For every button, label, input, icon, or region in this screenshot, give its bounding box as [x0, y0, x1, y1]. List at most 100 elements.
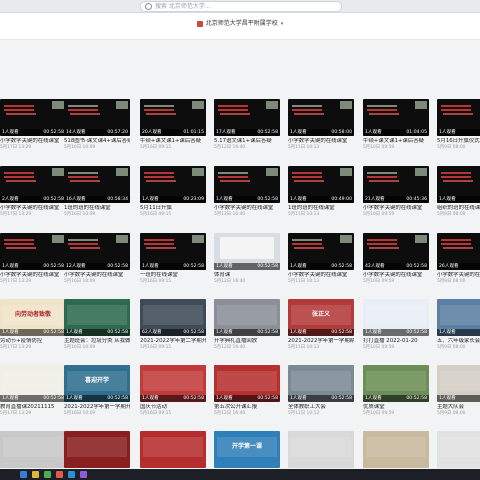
- org-selector[interactable]: 北京师范大学昌平附属学校 ▾: [0, 18, 480, 27]
- video-title[interactable]: 小学数学关键的在线课堂: [288, 138, 354, 145]
- video-title[interactable]: 2021-2022学年第二学期开学第一课: [140, 338, 206, 345]
- video-card[interactable]: 1人观看 00:52:58 小学数学关键的在线课堂 5月17日 13:29: [0, 233, 66, 285]
- video-thumbnail[interactable]: 向劳动者致敬 1人观看 00:52:58: [0, 299, 66, 336]
- video-thumbnail[interactable]: 1人观看00:52:58: [214, 166, 280, 203]
- video-title[interactable]: 1班的班的在线课堂: [288, 205, 354, 212]
- taskbar-app-icon[interactable]: [32, 471, 39, 478]
- video-thumbnail[interactable]: 2人观看 00:52:58: [0, 166, 66, 203]
- video-card[interactable]: [363, 431, 429, 468]
- taskbar-app-icon[interactable]: [80, 471, 87, 478]
- video-card[interactable]: 62人观看 00:52:58 2021-2022学年第二学期开学第一课5月16日 0…: [140, 299, 206, 351]
- video-title[interactable]: 小学数学关键的在线课堂: [288, 272, 354, 279]
- video-thumbnail[interactable]: [0, 431, 66, 468]
- video-title[interactable]: 5.17语文课1+课后答疑: [214, 138, 280, 145]
- video-card[interactable]: 1人观看 00:52:58 优质课堂 5月10日 09:59: [363, 365, 429, 417]
- video-title[interactable]: 五、六年级家长会: [437, 338, 480, 345]
- video-card[interactable]: 1人观看00:52:58 主题大队会5月9日 08:00: [437, 365, 480, 417]
- video-card[interactable]: 1人观看00:52:58 五、六年级家长会5月9日 08:00: [437, 299, 480, 351]
- video-title[interactable]: 小学数学关键的在线课堂: [0, 205, 66, 212]
- video-title[interactable]: 主题班会：垃圾分类 从我做起: [64, 338, 130, 345]
- video-card[interactable]: 21人观看 00:45:36 小学数学关键的在线课堂 5月10日 09:59: [363, 166, 429, 218]
- video-thumbnail[interactable]: 17人观看 00:52:58: [214, 99, 280, 136]
- video-thumbnail[interactable]: 1人观看00:52:58: [437, 166, 480, 203]
- video-card[interactable]: 张正义 1人观看 00:52:58 2021-2022学年第一学期期末总结5月11日 …: [288, 299, 354, 351]
- video-title[interactable]: 第五次公开课汇报: [214, 404, 280, 411]
- video-card[interactable]: [0, 431, 66, 468]
- video-card[interactable]: 20人观看 01:01:15 牛顿+课文课1+课后答疑 5月16日 09:15: [140, 99, 206, 151]
- video-thumbnail[interactable]: 开学第一课: [214, 431, 280, 468]
- taskbar-app-icon[interactable]: [56, 471, 63, 478]
- video-title[interactable]: 全体教职工大会: [288, 404, 354, 411]
- video-title[interactable]: 1班的班的在线课堂: [64, 205, 130, 212]
- video-card[interactable]: 12人观看 00:52:58 小学数学关键的在线课堂 5月16日 10:09: [64, 233, 130, 285]
- video-card[interactable]: 1人观看 00:23:09 5月11日升旗 5月16日 09:15: [140, 166, 206, 218]
- video-thumbnail[interactable]: [64, 431, 130, 468]
- video-card[interactable]: 1人观看 00:52:58 全体教职工大会 5月11日 10:13: [288, 365, 354, 417]
- video-card[interactable]: 1人观看 01:04:05 牛顿+课文课1+课后答疑 5月10日 09:59: [363, 99, 429, 151]
- video-card[interactable]: 1人观看 00:52:58 第五次公开课汇报 5月12日 16:40: [214, 365, 280, 417]
- video-thumbnail[interactable]: 1人观看00:52:58: [437, 365, 480, 402]
- video-card[interactable]: 1人观看 00:58:00 小学数学关键的在线课堂 5月11日 10:13: [288, 99, 354, 151]
- video-title[interactable]: 518图书·课文课4+课后答疑: [64, 138, 130, 145]
- search-input[interactable]: 搜索 北京师范大学...: [140, 1, 342, 12]
- video-thumbnail[interactable]: [140, 431, 206, 468]
- video-thumbnail[interactable]: 1人观看00:52:58: [288, 365, 354, 402]
- video-card[interactable]: 1人观看 00:52:58 打打直播 2022-01-20 5月10日 09:59: [363, 299, 429, 351]
- video-thumbnail[interactable]: [363, 431, 429, 468]
- taskbar-app-icon[interactable]: [44, 471, 51, 478]
- video-card[interactable]: 2人观看 00:52:58 小学数学关键的在线课堂 5月17日 13:29: [0, 166, 66, 218]
- video-thumbnail[interactable]: 12人观看 00:52:58: [64, 233, 130, 270]
- video-thumbnail[interactable]: 1人观看00:52:58: [214, 299, 280, 336]
- video-card[interactable]: 16人观看 00:58:34 1班的班的在线课堂 5月16日 10:09: [64, 166, 130, 218]
- video-card[interactable]: 向劳动者致敬 1人观看 00:52:58 劳动节+疫情防控 5月17日 13:29: [0, 299, 66, 351]
- video-thumbnail[interactable]: 1人观看00:52:58: [288, 233, 354, 270]
- video-title[interactable]: 打打直播 2022-01-20: [363, 338, 429, 345]
- video-card[interactable]: 1人观看00:52:58 组织的班的在线课堂5月9日 08:00: [437, 166, 480, 218]
- video-thumbnail[interactable]: 1人观看00:52:58: [214, 365, 280, 402]
- video-thumbnail[interactable]: [437, 431, 480, 468]
- video-thumbnail[interactable]: 1人观看00:52:58: [140, 365, 206, 402]
- video-title[interactable]: 2021-2022学年第一学期开学典礼: [64, 404, 130, 411]
- video-thumbnail[interactable]: 1人观看00:52:58: [437, 299, 480, 336]
- video-card[interactable]: 17人观看 00:52:58 5.17语文课1+课后答疑 5月12日 16:40: [214, 99, 280, 151]
- video-title[interactable]: 牛顿+课文课1+课后答疑: [363, 138, 429, 145]
- video-card[interactable]: 喜迎开学 1人观看 00:52:58 2021-2022学年第一学期开学典礼5月16日…: [64, 365, 130, 417]
- video-thumbnail[interactable]: 1人观看00:52:58: [437, 99, 480, 136]
- video-card[interactable]: 1人观看 00:52:58 主题班会：垃圾分类 从我做起 5月16日 10:09: [64, 299, 130, 351]
- video-title[interactable]: 小学数学关键的在线课堂: [0, 272, 66, 279]
- video-thumbnail[interactable]: 16人观看 00:58:34: [64, 166, 130, 203]
- video-card[interactable]: 42人观看 00:52:58 小学数学关键的在线课堂 5月10日 09:59: [363, 233, 429, 285]
- video-thumbnail[interactable]: 1人观看 01:04:05: [363, 99, 429, 136]
- video-thumbnail[interactable]: 42人观看 00:52:58: [363, 233, 429, 270]
- video-card[interactable]: [437, 431, 480, 468]
- taskbar-app-icon[interactable]: [20, 471, 27, 478]
- video-card[interactable]: [64, 431, 130, 468]
- video-thumbnail[interactable]: 喜迎开学 1人观看 00:52:58: [64, 365, 130, 402]
- video-card[interactable]: 1人观看 00:52:58 体育课 5月12日 16:40: [214, 233, 280, 285]
- video-thumbnail[interactable]: 1人观看00:52:58: [363, 299, 429, 336]
- video-card[interactable]: 1人观看 00:49:00 1班的班的在线课堂 5月11日 10:13: [288, 166, 354, 218]
- video-title[interactable]: 5月16日升旗仪式: [437, 138, 480, 145]
- video-title[interactable]: 小学数学关键的在线课堂: [64, 272, 130, 279]
- video-title[interactable]: 组织的班的在线课堂: [437, 205, 480, 212]
- video-thumbnail[interactable]: 1人观看00:52:58: [363, 365, 429, 402]
- video-thumbnail[interactable]: 1人观看00:52:58: [0, 99, 66, 136]
- video-thumbnail[interactable]: 张正义 1人观看 00:52:58: [288, 299, 354, 336]
- video-thumbnail[interactable]: 1人观看 00:49:00: [288, 166, 354, 203]
- video-title[interactable]: 5月11日升旗: [140, 205, 206, 212]
- video-card[interactable]: 14人观看 00:57:20 518图书·课文课4+课后答疑 5月16日 10:09: [64, 99, 130, 151]
- video-thumbnail[interactable]: 1人观看00:52:58: [0, 233, 66, 270]
- video-card[interactable]: 26人观看00:52:58 小学数学关键的在线课堂5月9日 08:00: [437, 233, 480, 285]
- video-title[interactable]: 劳动节+疫情防控: [0, 338, 66, 345]
- taskbar-app-icon[interactable]: [68, 471, 75, 478]
- video-card[interactable]: 1人观看 00:52:58 开学典礼直播回放 5月12日 16:40: [214, 299, 280, 351]
- video-card[interactable]: 1人观看 00:52:58 一班的在线课堂 5月16日 09:15: [140, 233, 206, 285]
- video-title[interactable]: 小学数学关键的在线课堂: [0, 138, 66, 145]
- video-thumbnail[interactable]: 1人观看 00:23:09: [140, 166, 206, 203]
- video-title[interactable]: 一班的在线课堂: [140, 272, 206, 279]
- video-title[interactable]: 体育课: [214, 272, 280, 279]
- video-thumbnail[interactable]: 62人观看 00:52:58: [140, 299, 206, 336]
- video-card[interactable]: [288, 431, 354, 468]
- video-card[interactable]: [140, 431, 206, 468]
- video-title[interactable]: 小学数学关键的在线课堂: [363, 205, 429, 212]
